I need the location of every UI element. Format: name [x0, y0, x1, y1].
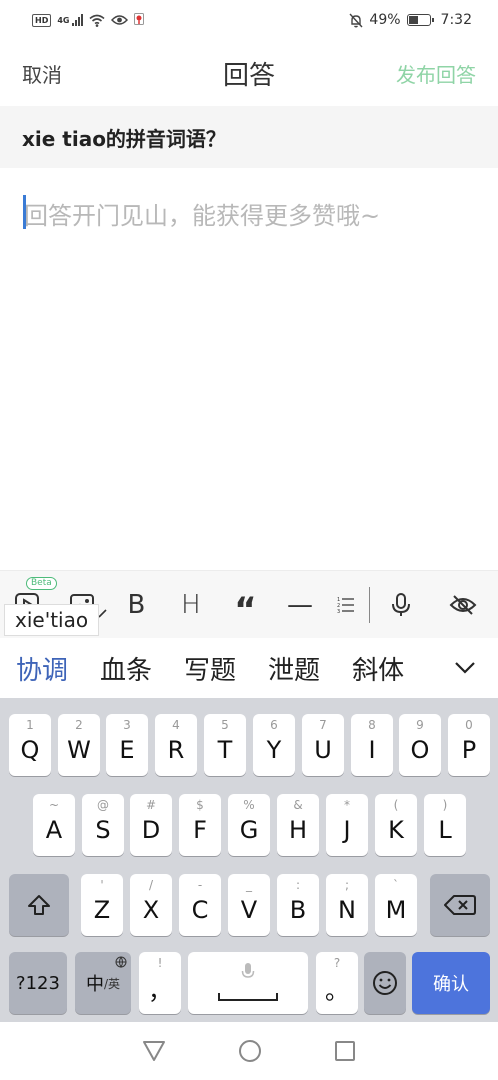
key-a[interactable]: ~ A	[33, 794, 75, 856]
voice-input-button[interactable]	[374, 571, 429, 639]
answer-area	[0, 168, 498, 568]
candidate-item[interactable]: 写题	[184, 650, 236, 687]
beta-badge: Beta	[26, 576, 57, 590]
key-i[interactable]: 8I	[351, 714, 393, 776]
key-p[interactable]: 0P	[448, 714, 490, 776]
key-g[interactable]: % G	[228, 794, 270, 856]
key-b[interactable]: :B	[277, 874, 319, 936]
candidate-item[interactable]: 斜体	[352, 650, 404, 687]
status-right: 49% 7:32	[349, 12, 472, 28]
answer-input[interactable]	[24, 196, 474, 536]
microphone-icon	[241, 963, 255, 978]
question-title: xie tiao的拼音词语？	[0, 106, 498, 168]
heading-icon: H	[181, 589, 201, 620]
signal-icon	[72, 14, 84, 26]
key-w[interactable]: 2W	[58, 714, 100, 776]
comma-key[interactable]: !，	[139, 952, 181, 1014]
recents-icon[interactable]	[334, 1040, 356, 1062]
key-n[interactable]: ; N	[326, 874, 368, 936]
key-u[interactable]: 7U	[302, 714, 344, 776]
key-m[interactable]: ` M	[375, 874, 417, 936]
home-icon[interactable]	[238, 1039, 262, 1063]
text-cursor	[23, 195, 26, 229]
status-bar: HD 4G 49% 7:32	[0, 0, 498, 40]
system-nav-bar	[0, 1022, 498, 1080]
key-l[interactable]: ) L	[424, 794, 466, 856]
key-q[interactable]: 1Q	[9, 714, 51, 776]
key-y[interactable]: 6Y	[253, 714, 295, 776]
ime-candidate-bar: 协调 血条 写题 泄题 斜体	[0, 638, 498, 698]
location-pin-icon	[134, 13, 145, 25]
wifi-icon	[89, 14, 106, 27]
network-type: 4G	[57, 15, 70, 25]
key-c[interactable]: -C	[179, 874, 221, 936]
microphone-icon	[392, 592, 411, 616]
key-k[interactable]: (K	[375, 794, 417, 856]
divider-icon: —	[287, 589, 313, 620]
key-r[interactable]: 4R	[155, 714, 197, 776]
key-o[interactable]: 9O	[399, 714, 441, 776]
battery-percent: 49%	[369, 12, 401, 28]
hide-icon	[449, 594, 477, 615]
cancel-button[interactable]: 取消	[22, 59, 62, 88]
eye-icon	[111, 15, 129, 25]
ordered-list-button[interactable]: 123	[327, 571, 365, 639]
toolbar-separator	[368, 586, 370, 623]
quote-icon: “	[234, 589, 257, 630]
space-bar-icon	[218, 993, 278, 1001]
emoji-icon	[373, 971, 397, 995]
shift-key[interactable]	[9, 874, 69, 936]
battery-icon	[406, 14, 434, 26]
ordered-list-icon: 123	[337, 597, 355, 615]
divider-button[interactable]: —	[273, 571, 328, 639]
key-x[interactable]: / X	[130, 874, 172, 936]
bell-muted-icon	[349, 13, 363, 27]
status-left: HD 4G	[32, 13, 145, 27]
clock: 7:32	[440, 12, 472, 28]
ime-composing-text: xie'tiao	[4, 604, 100, 636]
publish-answer-button[interactable]: 发布回答	[396, 59, 476, 88]
candidate-item[interactable]: 协调	[16, 650, 68, 687]
back-icon[interactable]	[142, 1040, 166, 1062]
candidate-item[interactable]: 泄题	[268, 650, 320, 687]
expand-candidates-button[interactable]	[432, 638, 498, 698]
confirm-key[interactable]: 确认	[412, 952, 490, 1014]
soft-keyboard: 1Q 2W 3E 4R 5T 6Y 7U 8I 9O 0P ~ A @ S # D $…	[0, 698, 498, 1022]
period-key[interactable]: ?。	[316, 952, 358, 1014]
bold-button[interactable]: B	[109, 571, 164, 639]
key-t[interactable]: 5T	[204, 714, 246, 776]
svg-text:3: 3	[337, 609, 340, 615]
app-header: 取消 回答 发布回答	[0, 40, 498, 106]
heading-button[interactable]: H	[164, 571, 219, 639]
backspace-icon	[444, 895, 476, 915]
chevron-down-icon	[455, 662, 475, 674]
key-e[interactable]: 3E	[106, 714, 148, 776]
space-key[interactable]	[188, 952, 308, 1014]
battery-fill	[408, 16, 418, 24]
quote-button[interactable]: “	[218, 571, 273, 639]
numbers-key[interactable]: ?123	[9, 952, 67, 1014]
key-z[interactable]: ' Z	[81, 874, 123, 936]
language-switch-key[interactable]: 中/英	[75, 952, 131, 1014]
key-h[interactable]: & H	[277, 794, 319, 856]
backspace-key[interactable]	[430, 874, 490, 936]
globe-icon	[115, 956, 127, 968]
emoji-key[interactable]	[364, 952, 406, 1014]
key-d[interactable]: # D	[130, 794, 172, 856]
key-v[interactable]: _ V	[228, 874, 270, 936]
candidate-item[interactable]: 血条	[100, 650, 152, 687]
hd-badge: HD	[32, 13, 52, 27]
shift-icon	[28, 895, 50, 915]
bold-icon: B	[127, 589, 146, 620]
hide-toolbar-button[interactable]	[429, 571, 498, 639]
key-s[interactable]: @ S	[82, 794, 124, 856]
key-f[interactable]: $ F	[179, 794, 221, 856]
key-j[interactable]: * J	[326, 794, 368, 856]
